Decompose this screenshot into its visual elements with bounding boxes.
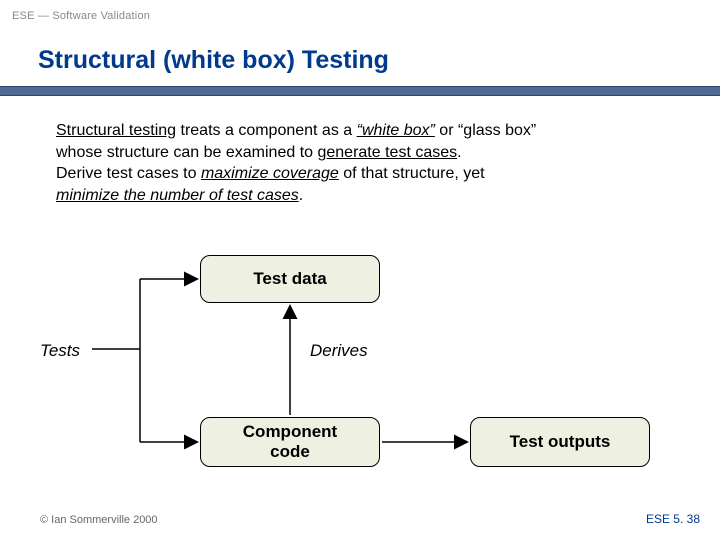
- label-tests: Tests: [40, 341, 80, 361]
- node-test-data: Test data: [200, 255, 380, 303]
- phrase-minimize-number: minimize the number of test cases: [56, 187, 299, 204]
- phrase-maximize-coverage: maximize coverage: [201, 165, 339, 182]
- node-label: Test outputs: [510, 432, 611, 452]
- diagram-area: Test data Component code Test outputs Te…: [30, 245, 690, 485]
- footer-copyright: © Ian Sommerville 2000: [40, 514, 158, 526]
- label-derives: Derives: [310, 341, 368, 361]
- node-label: Test data: [253, 269, 326, 289]
- term-white-box: “white box”: [357, 122, 435, 139]
- node-label: Component code: [243, 422, 337, 463]
- page-title: Structural (white box) Testing: [38, 46, 389, 75]
- title-underline-bar: [0, 86, 720, 96]
- phrase-generate-test-cases: generate test cases: [317, 144, 457, 161]
- footer-page-number: ESE 5. 38: [646, 512, 700, 526]
- node-component-code: Component code: [200, 417, 380, 467]
- body-text: Structural testing treats a component as…: [56, 120, 656, 206]
- node-test-outputs: Test outputs: [470, 417, 650, 467]
- page-header-label: ESE — Software Validation: [12, 10, 150, 22]
- term-structural-testing: Structural testing: [56, 122, 176, 139]
